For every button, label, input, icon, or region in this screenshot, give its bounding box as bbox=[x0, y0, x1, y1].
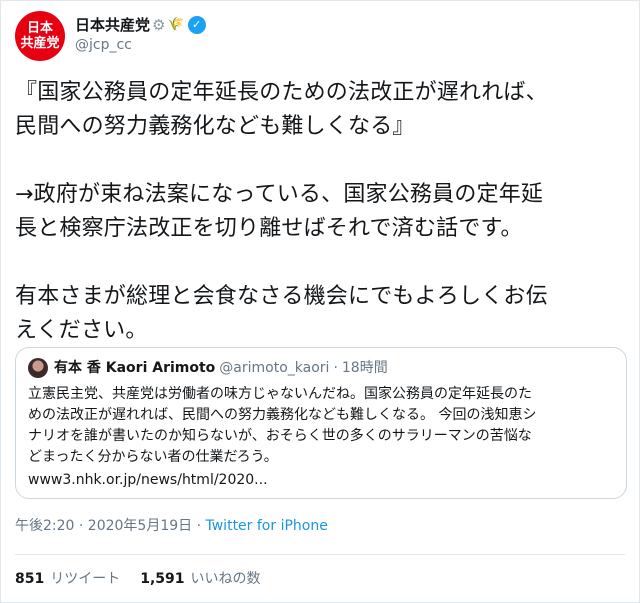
quoted-tweet[interactable]: 有本 香 Kaori Arimoto @arimoto_kaori · 18時間… bbox=[15, 347, 627, 499]
display-name-row[interactable]: 日本共産党 ⚙ 🌾 ✓ bbox=[75, 15, 206, 35]
account-handle[interactable]: @jcp_cc bbox=[75, 35, 206, 55]
tweet-source-link[interactable]: Twitter for iPhone bbox=[206, 518, 328, 534]
like-number: 1,591 bbox=[140, 571, 185, 587]
display-name[interactable]: 日本共産党 bbox=[75, 15, 150, 35]
quoted-handle: @arimoto_kaori bbox=[219, 360, 330, 376]
verified-icon: ✓ bbox=[187, 16, 206, 34]
leaf-icon: 🌾 bbox=[167, 17, 184, 32]
tweet-text: 『国家公務員の定年延長のための法改正が遅れれば、 民間への努力義務化なども難しく… bbox=[15, 76, 625, 348]
tweet-meta: 午後2:20 · 2020年5月19日 · Twitter for iPhone bbox=[15, 516, 328, 536]
retweet-label: リツイート bbox=[50, 571, 121, 587]
tweet-line: 『国家公務員の定年延長のための法改正が遅れれば、 bbox=[15, 80, 548, 105]
gear-icon: ⚙ bbox=[152, 16, 166, 34]
like-count[interactable]: 1,591 いいねの数 bbox=[140, 569, 260, 589]
account-names: 日本共産党 ⚙ 🌾 ✓ @jcp_cc bbox=[75, 15, 206, 55]
quoted-avatar bbox=[28, 358, 48, 378]
tweet-card: 日本 共産党 日本共産党 ⚙ 🌾 ✓ @jcp_cc 『国家公務員の定年延長のた… bbox=[0, 0, 640, 603]
tweet-line: 民間への努力義務化なども難しくなる』 bbox=[15, 114, 415, 139]
tweet-stats: 851 リツイート 1,591 いいねの数 bbox=[15, 569, 261, 589]
avatar-text-line2: 共産党 bbox=[20, 36, 60, 51]
retweet-count[interactable]: 851 リツイート bbox=[15, 569, 120, 589]
quoted-time: 18時間 bbox=[341, 360, 388, 376]
avatar-text-line1: 日本 bbox=[26, 21, 53, 36]
like-label: いいねの数 bbox=[190, 571, 261, 587]
tweet-line: 長と検察庁法改正を切り離せばそれで済む話です。 bbox=[15, 216, 523, 241]
quoted-text-line: めの法改正が遅れれば、民間への努力義務化なども難しくなる。 今回の浅知恵シ bbox=[28, 407, 537, 423]
quoted-display-name: 有本 香 Kaori Arimoto bbox=[54, 360, 216, 376]
avatar[interactable]: 日本 共産党 bbox=[15, 11, 65, 61]
tweet-line: →政府が束ね法案になっている、国家公務員の定年延 bbox=[15, 182, 544, 207]
tweet-timestamp[interactable]: 午後2:20 · 2020年5月19日 · bbox=[15, 518, 206, 534]
tweet-line: えください。 bbox=[15, 318, 148, 343]
divider bbox=[15, 554, 625, 555]
quoted-tweet-header: 有本 香 Kaori Arimoto @arimoto_kaori · 18時間 bbox=[28, 358, 614, 378]
tweet-line: 有本さまが総理と会食なさる機会にでもよろしくお伝 bbox=[15, 284, 548, 309]
quoted-text-line: どまったく分からない者の仕業だろう。 bbox=[28, 449, 278, 465]
quoted-text-line: 立憲民主党、共産党は労働者の味方じゃないんだね。国家公務員の定年延長のた bbox=[28, 386, 532, 402]
quoted-text-line: ナリオを誰が書いたのか知らないが、おそらく世の多くのサラリーマンの苦悩な bbox=[28, 428, 532, 444]
tweet-header: 日本 共産党 日本共産党 ⚙ 🌾 ✓ @jcp_cc bbox=[15, 11, 625, 63]
quoted-separator: · bbox=[333, 360, 338, 376]
quoted-text: 立憲民主党、共産党は労働者の味方じゃないんだね。国家公務員の定年延長のた めの法… bbox=[28, 384, 614, 468]
retweet-number: 851 bbox=[15, 571, 45, 587]
quoted-link[interactable]: www3.nhk.or.jp/news/html/2020... bbox=[28, 470, 614, 491]
